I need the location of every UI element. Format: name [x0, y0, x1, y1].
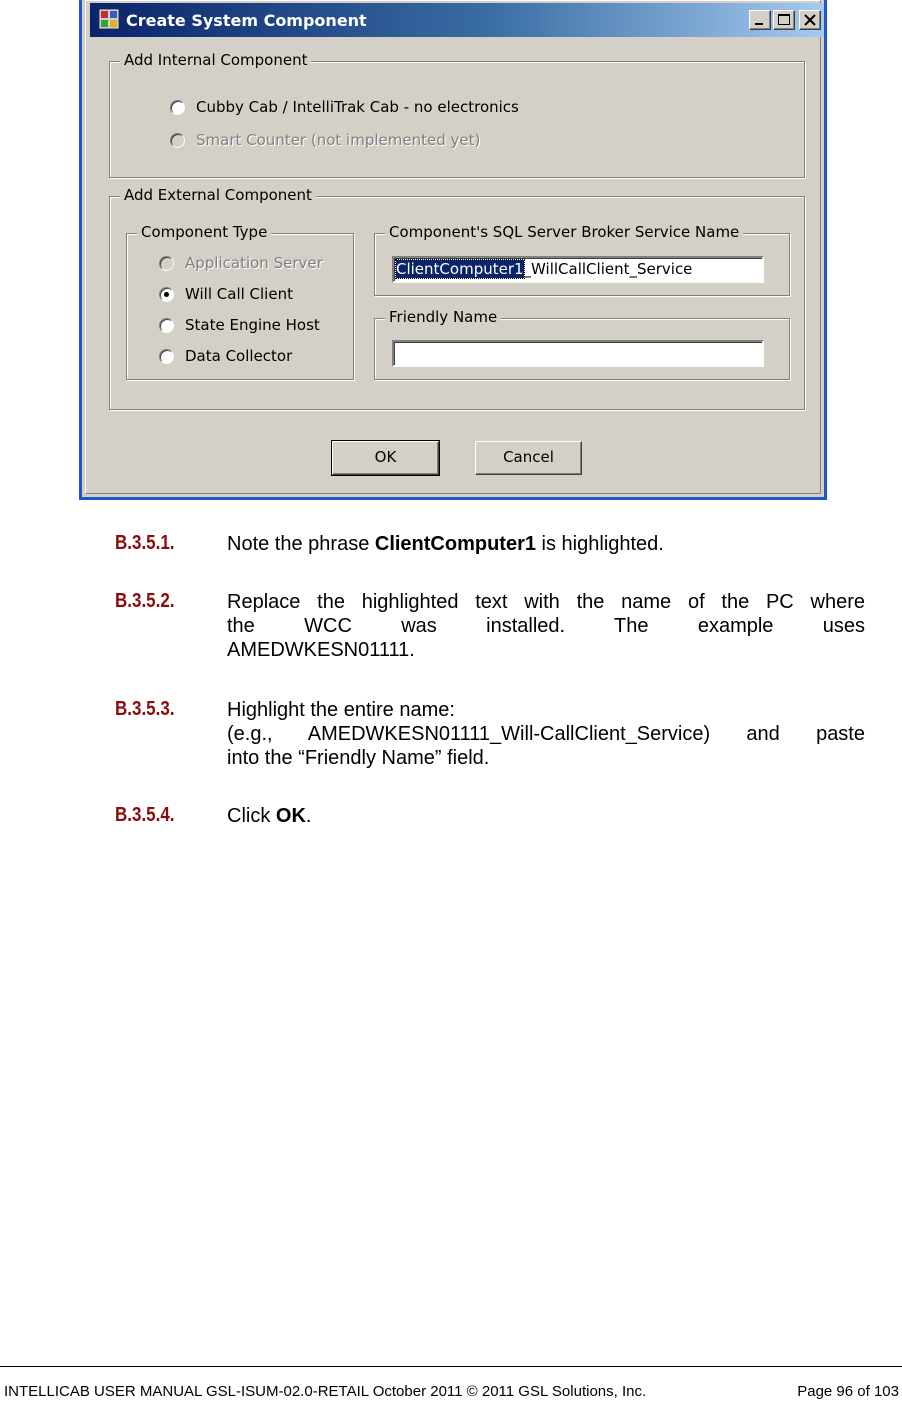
step-line: AMEDWKESN01111. [227, 639, 415, 661]
step-number: B.3.5.4. [115, 804, 175, 826]
ok-button[interactable]: OK [331, 440, 440, 476]
friendly-name-group: Friendly Name [374, 308, 790, 380]
selected-text: ClientComputer1 [395, 259, 525, 279]
step-line: (e.g., AMEDWKESN01111_Will-CallClient_Se… [227, 723, 865, 745]
footer-page-number: Page 96 of 103 [797, 1383, 899, 1400]
friendly-name-legend: Friendly Name [385, 308, 502, 326]
external-component-group: Add External Component Component Type Ap… [109, 186, 805, 410]
radio-button[interactable] [159, 318, 174, 333]
close-button[interactable] [799, 10, 821, 30]
step-text: Click OK. [227, 805, 312, 827]
broker-service-name-input[interactable]: ClientComputer1_WillCallClient_Service [392, 256, 764, 283]
dialog-titlebar[interactable]: Create System Component [90, 3, 824, 37]
component-type-group: Component Type Application Server Will C… [126, 223, 354, 380]
dialog-title: Create System Component [126, 11, 367, 30]
internal-component-legend: Add Internal Component [120, 51, 312, 69]
internal-component-group: Add Internal Component Cubby Cab / Intel… [109, 51, 805, 178]
friendly-name-input[interactable] [392, 340, 764, 367]
step-number: B.3.5.3. [115, 698, 175, 720]
bold-term: OK [275, 805, 306, 827]
cancel-button[interactable]: Cancel [475, 441, 582, 475]
step-line: the WCC was installed. The example uses [227, 615, 865, 637]
minimize-button[interactable] [749, 10, 771, 30]
step-text: Replace the highlighted text with the na… [227, 590, 865, 662]
radio-label: State Engine Host [185, 316, 320, 334]
radio-label: Application Server [185, 254, 323, 272]
unselected-text: _WillCallClient_Service [523, 260, 693, 278]
radio-label: Smart Counter (not implemented yet) [196, 131, 481, 149]
create-system-component-dialog: Create System Component Add Internal Com… [79, 0, 827, 500]
broker-service-legend: Component's SQL Server Broker Service Na… [385, 223, 744, 241]
radio-label: Data Collector [185, 347, 293, 365]
step-text: Note the phrase ClientComputer1 is highl… [227, 533, 664, 555]
bold-term: ClientComputer1 [374, 533, 536, 555]
footer-document-info: INTELLICAB USER MANUAL GSL-ISUM-02.0-RET… [4, 1383, 647, 1400]
broker-service-group: Component's SQL Server Broker Service Na… [374, 223, 790, 296]
radio-label: Will Call Client [185, 285, 293, 303]
radio-button[interactable] [170, 100, 185, 115]
step-line: Highlight the entire name: [227, 699, 455, 721]
dialog-body: Create System Component Add Internal Com… [85, 0, 824, 494]
radio-button[interactable] [159, 349, 174, 364]
step-number: B.3.5.1. [115, 532, 175, 554]
radio-button-selected[interactable] [159, 287, 174, 302]
radio-label: Cubby Cab / IntelliTrak Cab - no electro… [196, 98, 519, 116]
component-type-legend: Component Type [137, 223, 272, 241]
minimize-icon [755, 23, 763, 25]
step-number: B.3.5.2. [115, 590, 175, 612]
maximize-button[interactable] [773, 10, 795, 30]
maximize-icon [778, 14, 790, 25]
step-text: Highlight the entire name: (e.g., AMEDWK… [227, 698, 865, 770]
radio-button [170, 133, 185, 148]
app-icon [99, 9, 119, 29]
step-line: into the “Friendly Name” field. [227, 747, 490, 769]
external-component-legend: Add External Component [120, 186, 316, 204]
step-line: Replace the highlighted text with the na… [227, 591, 865, 613]
close-icon [804, 14, 816, 26]
radio-button [159, 256, 174, 271]
footer-rule [0, 1366, 902, 1367]
